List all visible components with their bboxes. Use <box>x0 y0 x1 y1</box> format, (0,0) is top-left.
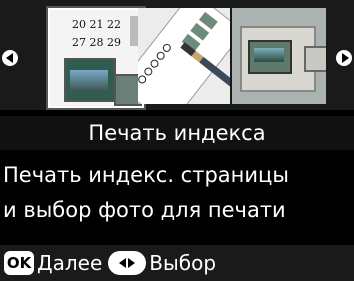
calendar-dates-row1: 20 21 22 <box>72 18 121 31</box>
thumbnail-photo[interactable] <box>232 8 326 104</box>
photo-strip <box>304 46 326 72</box>
thumbnail-calendar[interactable]: 20 21 22 27 28 29 <box>48 8 144 108</box>
footer-hints: OK Далее Выбор <box>0 245 354 281</box>
ok-key-icon[interactable]: OK <box>4 251 34 275</box>
left-right-arrows-icon[interactable] <box>108 251 147 275</box>
index-sheet-image <box>138 8 230 104</box>
calendar-photo <box>64 58 116 102</box>
printer-lcd-screen: 20 21 22 27 28 29 Печать индекса Печать … <box>0 0 354 281</box>
next-arrow-icon[interactable] <box>336 50 352 66</box>
calendar-dates-row2: 27 28 29 <box>72 36 121 49</box>
mode-carousel: 20 21 22 27 28 29 <box>0 0 354 110</box>
thumbnail-index-sheet[interactable] <box>138 8 230 104</box>
mode-title: Печать индекса <box>0 116 354 150</box>
mode-description: Печать индекс. страницы и выбор фото для… <box>0 158 354 234</box>
photo-picture <box>248 40 292 74</box>
arrows-action-label: Выбор <box>149 251 217 275</box>
description-line-2: и выбор фото для печати <box>3 198 286 222</box>
prev-arrow-icon[interactable] <box>2 50 18 66</box>
ok-action-label: Далее <box>37 251 103 275</box>
description-line-1: Печать индекс. страницы <box>3 163 289 187</box>
